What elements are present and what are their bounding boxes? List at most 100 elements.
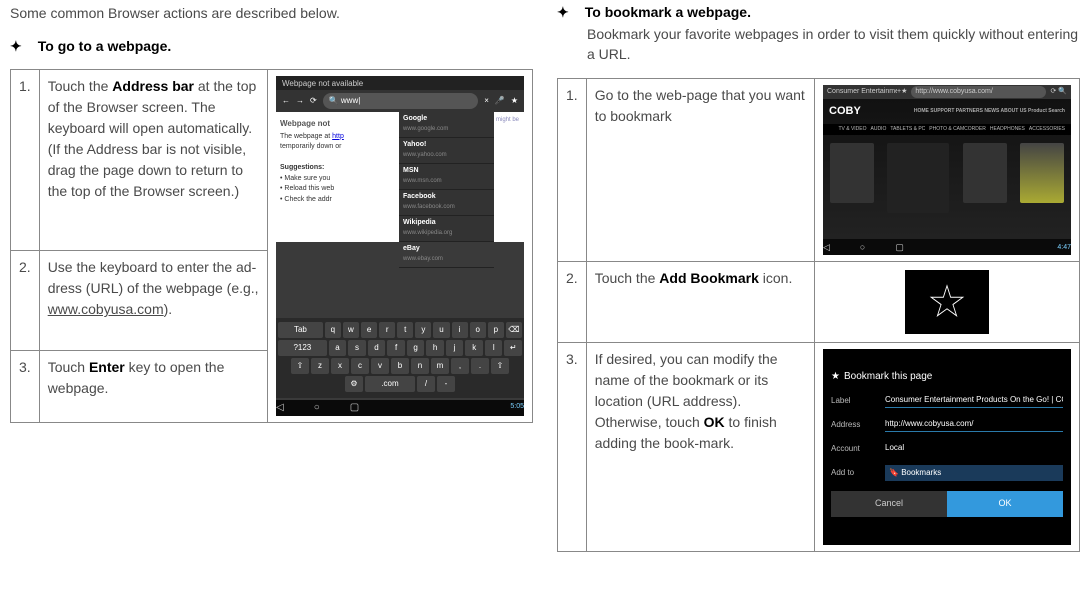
key[interactable]: g [407, 340, 425, 356]
key[interactable]: v [371, 358, 389, 374]
star-bullet-icon: ✦ [10, 38, 22, 55]
key[interactable]: m [431, 358, 449, 374]
key[interactable]: b [391, 358, 409, 374]
key[interactable]: - [437, 376, 455, 392]
key[interactable]: j [446, 340, 464, 356]
back-icon: ← [282, 95, 290, 107]
key[interactable]: x [331, 358, 349, 374]
screenshot-cell: Webpage not available ← → ⟳ 🔍 www| × 🎤 ★… [268, 69, 533, 422]
product-showcase [823, 135, 1071, 221]
key[interactable]: / [417, 376, 435, 392]
screenshot-cell: Consumer Entertainment… + ★ http://www.c… [815, 79, 1080, 262]
addto-field[interactable]: 🔖 Bookmarks [885, 465, 1063, 481]
label-field[interactable]: Consumer Entertainment Products On the G… [885, 394, 1063, 408]
step-num: 1. [11, 69, 40, 251]
bookmark-table: 1. Go to the web-page that you want to b… [557, 78, 1080, 552]
screenshot-cell: ★ Bookmark this page LabelConsumer Enter… [815, 343, 1080, 552]
browser-chrome: Consumer Entertainment… + ★ http://www.c… [823, 85, 1071, 99]
clock: 5:05 [510, 402, 524, 413]
key[interactable]: a [329, 340, 347, 356]
key[interactable]: ⌫ [506, 322, 522, 338]
error-page: Webpage not The webpage at http temporar… [276, 112, 399, 242]
key[interactable]: . [471, 358, 489, 374]
key[interactable]: d [368, 340, 386, 356]
bookmark-icon[interactable]: ★ [901, 87, 907, 98]
key[interactable]: Tab [278, 322, 323, 338]
ok-button[interactable]: OK [947, 491, 1063, 517]
key[interactable]: ↵ [504, 340, 522, 356]
key[interactable]: e [361, 322, 377, 338]
back-nav-icon: ◁ [276, 400, 284, 415]
add-bookmark-icon-shot [905, 270, 989, 334]
hint-text: might be [494, 112, 524, 242]
goto-table: 1. Touch the Address bar at the top of t… [10, 69, 533, 423]
key[interactable]: ?123 [278, 340, 327, 356]
url-bar: ← → ⟳ 🔍 www| × 🎤 ★ [276, 90, 524, 112]
key[interactable]: i [452, 322, 468, 338]
step-num: 1. [558, 79, 587, 262]
key[interactable]: p [488, 322, 504, 338]
reload-icon: ⟳ [310, 95, 317, 107]
key[interactable]: t [397, 322, 413, 338]
key[interactable]: o [470, 322, 486, 338]
intro-text: Some common Browser actions are describe… [10, 4, 533, 24]
cancel-button[interactable]: Cancel [831, 491, 947, 517]
address-input[interactable]: 🔍 www| [323, 93, 478, 109]
step-text: Touch the Address bar at the top of the … [39, 69, 267, 251]
key[interactable]: l [485, 340, 503, 356]
step-text: Touch the Add Bookmark icon. [586, 262, 814, 343]
step-num: 2. [11, 251, 40, 350]
star-outline-icon [929, 284, 965, 320]
heading-subtext: Bookmark your favorite webpages in order… [587, 25, 1080, 64]
step-text: Go to the web-page that you want to book… [586, 79, 814, 262]
key[interactable]: c [351, 358, 369, 374]
heading-text: To go to a webpage. [38, 38, 172, 54]
section-heading-goto: ✦ To go to a webpage. [10, 38, 533, 55]
onscreen-keyboard[interactable]: Tabqwertyuiop⌫?123asdfghjkl↵⇧zxcvbnm,.⇧⚙… [276, 318, 524, 398]
key[interactable]: y [415, 322, 431, 338]
mic-icon: 🎤 [495, 95, 505, 107]
browser-screenshot: Webpage not available ← → ⟳ 🔍 www| × 🎤 ★… [276, 76, 524, 416]
step-num: 2. [558, 262, 587, 343]
top-nav: HOME SUPPORT PARTNERS NEWS ABOUT US Prod… [914, 108, 1065, 116]
home-nav-icon: ○ [314, 400, 320, 415]
bookmark-icon: ★ [511, 95, 518, 107]
key[interactable]: .com [365, 376, 415, 392]
key[interactable]: ⇧ [291, 358, 309, 374]
key[interactable]: u [433, 322, 449, 338]
right-column: ✦ To bookmark a webpage. Bookmark your f… [557, 4, 1080, 552]
step-num: 3. [558, 343, 587, 552]
coby-url: http://www.cobyusa.com/ [911, 86, 1046, 99]
tab-title: Webpage not available [276, 76, 524, 90]
addr-lbl: Address [831, 419, 877, 431]
key[interactable]: n [411, 358, 429, 374]
key[interactable]: ⇧ [491, 358, 509, 374]
section-heading-bookmark: ✦ To bookmark a webpage. [557, 4, 1080, 21]
coby-site-screenshot: Consumer Entertainment… + ★ http://www.c… [823, 85, 1071, 255]
coby-logo: COBY [829, 103, 861, 120]
category-nav: TV & VIDEOAUDIOTABLETS & PCPHOTO & CAMCO… [823, 124, 1071, 136]
key[interactable]: h [426, 340, 444, 356]
key[interactable]: q [325, 322, 341, 338]
account-field[interactable]: Local [885, 442, 1063, 455]
heading-text: To bookmark a webpage. [585, 4, 751, 20]
nav-bar: ◁○▢ 4:47 [823, 241, 1071, 255]
key[interactable]: f [387, 340, 405, 356]
key[interactable]: w [343, 322, 359, 338]
close-icon: × [484, 95, 489, 107]
left-column: Some common Browser actions are describe… [10, 4, 533, 552]
bookmark-dialog-screenshot: ★ Bookmark this page LabelConsumer Enter… [823, 349, 1071, 545]
addto-lbl: Add to [831, 467, 877, 479]
key[interactable]: , [451, 358, 469, 374]
step-text: Touch Enter key to open the webpage. [39, 350, 267, 422]
label-lbl: Label [831, 395, 877, 407]
key[interactable]: z [311, 358, 329, 374]
address-field[interactable]: http://www.cobyusa.com/ [885, 418, 1063, 432]
key[interactable]: ⚙ [345, 376, 363, 392]
key[interactable]: s [348, 340, 366, 356]
nav-bar: ◁ ○ ▢ 5:05 [276, 400, 524, 416]
recent-nav-icon: ▢ [350, 400, 359, 415]
key[interactable]: r [379, 322, 395, 338]
star-bullet-icon: ✦ [557, 4, 569, 21]
key[interactable]: k [465, 340, 483, 356]
